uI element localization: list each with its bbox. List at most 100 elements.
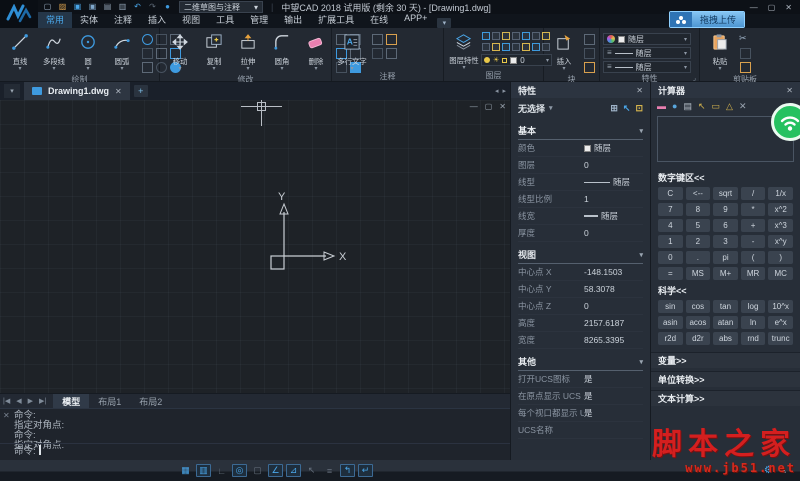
ribbon-tab-扩展工具[interactable]: 扩展工具: [310, 12, 362, 28]
ribbon-tab-实体[interactable]: 实体: [72, 12, 106, 28]
close-tab-icon[interactable]: ✕: [115, 87, 122, 96]
layout-tab-模型[interactable]: 模型: [53, 393, 90, 409]
calc-key-+[interactable]: +: [740, 219, 766, 232]
calc-key-cos[interactable]: cos: [685, 300, 711, 313]
undo-icon[interactable]: ↶: [132, 2, 143, 12]
calc-key-x^y[interactable]: x^y: [768, 235, 793, 248]
layer-dropdown[interactable]: ☀ 0 ▾: [481, 54, 552, 66]
ribbon-tab-输出[interactable]: 输出: [276, 12, 310, 28]
圆弧-button[interactable]: 圆弧 ▾: [105, 31, 139, 74]
ribbon-tab-视图[interactable]: 视图: [174, 12, 208, 28]
layer-tool-icon[interactable]: [492, 43, 500, 51]
layer-tool-icon[interactable]: [512, 32, 520, 40]
calc-key-=[interactable]: =: [658, 267, 683, 280]
pick-point-icon[interactable]: ↖: [698, 101, 706, 112]
property-row[interactable]: 线型比例 1: [518, 191, 643, 208]
text-style-icon[interactable]: [386, 48, 397, 59]
calc-key-C[interactable]: C: [658, 187, 683, 200]
ribbon-tab-管理[interactable]: 管理: [242, 12, 276, 28]
numpad-section-header[interactable]: 数字键区<<: [651, 168, 800, 186]
netdisk-upload-button[interactable]: 拖拽上传: [668, 11, 745, 28]
lineweight-toggle[interactable]: ≡: [322, 464, 337, 477]
property-row[interactable]: UCS名称: [518, 422, 643, 439]
calc-key-1/x[interactable]: 1/x: [768, 187, 793, 200]
object-color-dropdown[interactable]: 随层 ▾: [603, 33, 691, 45]
annotate-extra-tools[interactable]: [371, 33, 398, 60]
section-header[interactable]: 其他 ▾: [518, 355, 643, 371]
calc-key-tan[interactable]: tan: [713, 300, 738, 313]
calc-key-8[interactable]: 8: [685, 203, 711, 216]
ribbon-overflow-button[interactable]: ▾: [437, 18, 452, 28]
command-line-window[interactable]: ✕ 命令:指定对角点:命令:指定对角点: 命令:: [0, 408, 510, 460]
calc-key-*[interactable]: *: [740, 203, 766, 216]
toggle-pickadd-icon[interactable]: ⊞: [610, 103, 618, 114]
calc-key-1[interactable]: 1: [658, 235, 683, 248]
property-row[interactable]: 线型 随层: [518, 174, 643, 191]
calc-key-d2r[interactable]: d2r: [685, 332, 711, 345]
直线-button[interactable]: 直线 ▾: [3, 31, 37, 74]
define-attribute-icon[interactable]: [584, 62, 595, 73]
property-row[interactable]: 中心点 Y 58.3078: [518, 281, 643, 298]
calc-key-/[interactable]: /: [740, 187, 766, 200]
prev-layout-icon[interactable]: ◀: [16, 397, 21, 405]
property-row[interactable]: 每个视口都显示 U...是: [518, 405, 643, 422]
block-extra-tools[interactable]: [583, 33, 596, 74]
property-row[interactable]: 中心点 Z 0: [518, 298, 643, 315]
layer-tool-icon[interactable]: [532, 32, 540, 40]
match-properties-icon[interactable]: [740, 62, 751, 73]
calc-key-7[interactable]: 7: [658, 203, 683, 216]
ribbon-tab-注释[interactable]: 注释: [106, 12, 140, 28]
drawing-canvas[interactable]: — ▢ ✕ Y X: [0, 100, 510, 393]
calc-key-MC[interactable]: MC: [768, 267, 793, 280]
tab-scroll-right-icon[interactable]: ▸: [502, 87, 506, 95]
ortho-toggle[interactable]: ∟: [214, 464, 229, 477]
layer-tool-icon[interactable]: [502, 32, 510, 40]
calc-key-6[interactable]: 6: [713, 219, 738, 232]
clear-history-icon[interactable]: ▬: [657, 101, 666, 111]
calc-key-10^x[interactable]: 10^x: [768, 300, 793, 313]
doc-minimize-icon[interactable]: —: [470, 102, 478, 111]
measure-distance-icon[interactable]: ▭: [712, 101, 721, 112]
last-layout-icon[interactable]: ▶|: [39, 397, 46, 405]
calc-key-x^2[interactable]: x^2: [768, 203, 793, 216]
table-icon[interactable]: [372, 48, 383, 59]
calc-key-acos[interactable]: acos: [685, 316, 711, 329]
leader-icon[interactable]: [386, 34, 397, 45]
open-folder-icon[interactable]: ▨: [57, 2, 68, 12]
layout-tab-布局1[interactable]: 布局1: [89, 394, 130, 409]
property-row[interactable]: 在原点显示 UCS ... 是: [518, 388, 643, 405]
command-prompt[interactable]: 命令:: [14, 443, 36, 457]
calc-key-5[interactable]: 5: [685, 219, 711, 232]
calc-key-log[interactable]: log: [740, 300, 766, 313]
select-objects-icon[interactable]: ↖: [623, 103, 631, 114]
calc-key-trunc[interactable]: trunc: [768, 332, 793, 345]
圆角-button[interactable]: 圆角 ▾: [265, 31, 299, 74]
selection-dropdown[interactable]: 无选择: [518, 102, 545, 115]
tab-scroll-left-icon[interactable]: ◂: [495, 87, 499, 95]
layer-tools[interactable]: [482, 32, 551, 53]
dynamic-input-toggle[interactable]: ↖: [304, 464, 319, 477]
移动-button[interactable]: 移动 ▾: [163, 31, 197, 74]
calc-key-2[interactable]: 2: [685, 235, 711, 248]
scientific-section-header[interactable]: 科学<<: [651, 284, 800, 299]
ribbon-tab-APP+[interactable]: APP+: [396, 12, 435, 28]
clear-icon[interactable]: ✕: [739, 101, 747, 112]
layout-tab-布局2[interactable]: 布局2: [130, 394, 171, 409]
quick-properties-toggle[interactable]: ↵: [358, 464, 373, 477]
calc-key-x^3[interactable]: x^3: [768, 219, 793, 232]
grid-toggle[interactable]: ▦: [178, 464, 193, 477]
property-row[interactable]: 打开UCS图标 是: [518, 371, 643, 388]
layer-tool-icon[interactable]: [482, 32, 490, 40]
close-command-icon[interactable]: ✕: [3, 411, 10, 420]
dynamic-ucs-toggle[interactable]: ⊿: [286, 464, 301, 477]
calc-key-sin[interactable]: sin: [658, 300, 683, 313]
ribbon-tab-常用[interactable]: 常用: [38, 12, 73, 28]
print-icon[interactable]: ▤: [102, 2, 113, 12]
插入-button[interactable]: 插入 ▾: [547, 31, 581, 74]
calc-key-asin[interactable]: asin: [658, 316, 683, 329]
clipboard-extra-tools[interactable]: ✂: [739, 33, 752, 74]
section-header[interactable]: 基本 ▾: [518, 124, 643, 140]
粘贴-button[interactable]: 粘贴 ▾: [703, 31, 737, 74]
多行文字-button[interactable]: A 多行文字 ▾: [335, 31, 369, 72]
calc-key-)[interactable]: ): [768, 251, 793, 264]
